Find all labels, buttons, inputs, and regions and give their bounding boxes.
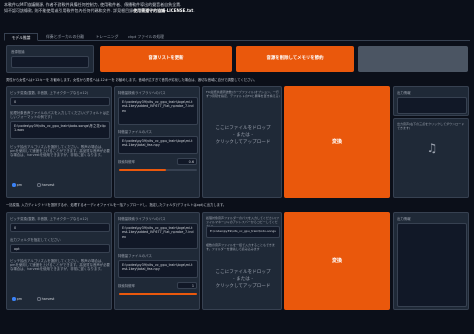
batch-npy-label: 特徴量ファイルのパス — [118, 254, 152, 258]
model-select-label: 音源推論 — [11, 50, 25, 54]
radio-selected-icon — [12, 183, 16, 187]
batch-hint: 一括変換, 入力ディレクトリを選択するか、処理するオーディオファイルを一括アップ… — [6, 203, 227, 207]
batch-dir-panel: 処理対象音声フォルダーのパスを入力してください(ファイルマネージャのアドレスバー… — [202, 212, 282, 310]
license-file-name: 使用需遵守的協議-LICENSE.txt — [133, 7, 194, 13]
single-pitch-label: ピッチ変換(整数, 半音数, 上下オクターブなら±12) — [10, 91, 89, 95]
batch-npy-input[interactable]: E:\codes\py39\vits_vc_gpu_train\logs\mi-… — [118, 260, 198, 278]
single-ratio-label: 検索特徴率 — [118, 160, 135, 164]
batch-upload-label: 複数の音声ファイルを一括で入力することもできます。フォルダーを優先して読み込みま… — [206, 243, 275, 251]
refresh-model-list-button[interactable]: 音源リストを更新 — [100, 46, 232, 72]
batch-output-info-box — [397, 223, 467, 307]
single-pitch-input[interactable]: 0 — [10, 97, 110, 106]
single-output-audio-panel: 出力音声(右下の三点をクリックしてダウンロードできます) ♫ — [393, 118, 469, 198]
batch-algo-pm[interactable]: pm — [12, 297, 22, 301]
unload-model-button[interactable]: 音源を削除してメモリを節約 — [236, 46, 354, 72]
single-algo-harvest[interactable]: harvest — [37, 183, 54, 187]
single-ratio-number[interactable]: 0.6 — [177, 158, 197, 165]
single-convert-button[interactable]: 変換 — [284, 86, 390, 198]
batch-algo-harvest[interactable]: harvest — [37, 297, 54, 301]
batch-ratio-number[interactable]: 1 — [177, 282, 197, 289]
single-algo-label: ピッチ抽出アルゴリズムを選択してください。歌声の場合は、pmを使用して速度を上げ… — [10, 145, 110, 158]
batch-ratio-slider[interactable] — [119, 293, 197, 295]
batch-output-info-label: 出力情報 — [397, 217, 411, 221]
notice-line-2: 如不認可該條款, 則不能使用或引用軟件包內任何代碼和文件. 詳見根目錄使用需遵守… — [4, 7, 195, 13]
single-feature-input[interactable]: E:\codes\py39\vits_vc_gpu_train\logs\mi-… — [118, 97, 198, 125]
tab-training[interactable]: トレーニング — [92, 33, 122, 41]
single-ratio-slider[interactable] — [119, 169, 197, 171]
single-f0-dropzone[interactable]: ここにファイルをドロップ - または - クリックしてアップロード — [206, 125, 280, 146]
batch-output-info-panel: 出力情報 — [393, 212, 469, 310]
single-output-info-panel: 出力情報 — [393, 86, 469, 116]
single-output-info-box — [397, 97, 467, 114]
batch-pitch-input[interactable]: 0 — [10, 223, 110, 232]
radio-unselected-icon — [37, 183, 41, 187]
single-feature-panel: 特徴量検索ライブラリへのパス E:\codes\py39\vits_vc_gpu… — [114, 86, 200, 198]
pitch-hint: 男性から女性へは+12キーを お勧めします。女性から男性へは-12キーを お勧め… — [6, 78, 257, 82]
single-output-info-label: 出力情報 — [397, 91, 411, 95]
blank-button[interactable] — [358, 46, 468, 72]
tab-model-inference[interactable]: モデル推論 — [4, 33, 38, 41]
single-path-input[interactable]: E:\codes\py39\vits_vc_gpu_train\todo-son… — [10, 121, 110, 139]
batch-ratio-fill — [119, 293, 197, 295]
single-f0-panel: F0(最低共振周波数)カーブファイル(オプション、一行ずつ音階を指定、デフォルト… — [202, 86, 282, 198]
batch-ratio-label: 検索特徴率 — [118, 284, 135, 288]
license-notice: 本軟件以MIT協議開源, 作者不對軟件具備任何控制力, 使用軟件者、傳播軟件導出… — [4, 2, 470, 13]
single-path-label: 処理対象音声ファイルのパスを入力してください(デフォルトは正しいフォーマットの例… — [10, 111, 110, 120]
single-ratio-fill — [119, 169, 166, 171]
batch-params-panel: ピッチ変換(整数, 半音数, 上下オクターブなら±12) 0 出力フォルダを指定… — [6, 212, 112, 310]
batch-convert-button[interactable]: 変換 — [284, 212, 390, 310]
batch-out-input[interactable]: opt — [10, 244, 110, 253]
tab-vocal-separation[interactable]: 伴奏とボーカルの分離 — [40, 33, 90, 41]
batch-dir-input[interactable]: E:\codes\py39\vits_vc_gpu_train\todo-son… — [206, 226, 280, 238]
single-algo-pm[interactable]: pm — [12, 183, 22, 187]
radio-selected-icon — [12, 297, 16, 301]
single-params-panel: ピッチ変換(整数, 半音数, 上下オクターブなら±12) 0 処理対象音声ファイ… — [6, 86, 112, 198]
single-npy-input[interactable]: E:\codes\py39\vits_vc_gpu_train\logs\mi-… — [118, 136, 198, 154]
single-f0-label: F0(最低共振周波数)カーブファイル(オプション、一行ずつ音階を指定、デフォルト… — [206, 90, 280, 98]
tab-bar: モデル推論 伴奏とボーカルの分離 トレーニング ckpt ファイルの処理 — [4, 33, 470, 41]
music-note-icon: ♫ — [426, 141, 438, 155]
radio-unselected-icon — [37, 297, 41, 301]
batch-pitch-label: ピッチ変換(整数, 半音数, 上下オクターブなら±12) — [10, 217, 89, 221]
tab-ckpt-processing[interactable]: ckpt ファイルの処理 — [124, 33, 168, 41]
model-dropdown[interactable] — [11, 56, 89, 68]
batch-feature-panel: 特徴量検索ライブラリへのパス E:\codes\py39\vits_vc_gpu… — [114, 212, 200, 310]
batch-out-label: 出力フォルダを指定してください — [10, 238, 61, 242]
single-feature-label: 特徴量検索ライブラリへのパス — [118, 91, 166, 95]
batch-feature-label: 特徴量検索ライブラリへのパス — [118, 217, 166, 221]
single-output-audio-label: 出力音声(右下の三点をクリックしてダウンロードできます) — [397, 122, 465, 130]
batch-algo-label: ピッチ抽出アルゴリズムを選択してください。歌声の場合は、pmを使用して速度を上げ… — [10, 259, 110, 272]
batch-upload-dropzone[interactable]: ここにファイルをドロップ - または - クリックしてアップロード — [206, 269, 280, 290]
single-npy-label: 特徴量ファイルのパス — [118, 130, 152, 134]
model-select-panel: 音源推論 — [6, 45, 94, 73]
batch-feature-input[interactable]: E:\codes\py39\vits_vc_gpu_train\logs\mi-… — [118, 223, 198, 249]
